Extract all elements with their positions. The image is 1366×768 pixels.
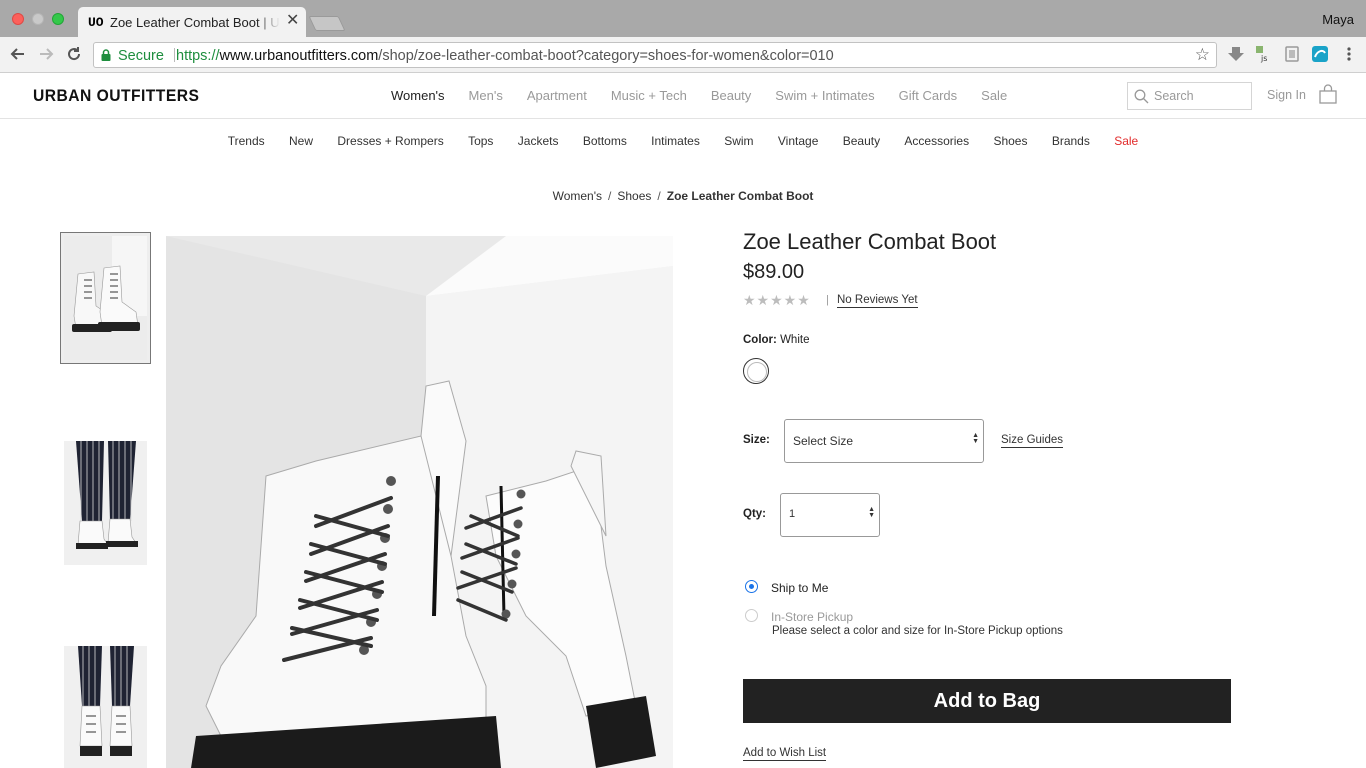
select-arrows-icon: ▲ ▼ — [972, 432, 979, 445]
add-to-bag-button[interactable]: Add to Bag — [743, 679, 1231, 723]
ship-to-me-label[interactable]: Ship to Me — [771, 581, 828, 595]
reviews-link[interactable]: No Reviews Yet — [837, 294, 918, 308]
tab-title: Zoe Leather Combat Boot | Urban Outfitte… — [110, 15, 280, 31]
search-icon — [1134, 89, 1149, 104]
browser-tab[interactable]: UO Zoe Leather Combat Boot | Urban Outfi… — [78, 7, 306, 37]
favicon-icon: UO — [88, 15, 104, 30]
color-label-text: Color: — [743, 334, 777, 346]
quantity-value: 1 — [789, 508, 796, 520]
browser-titlebar: UO Zoe Leather Combat Boot | Urban Outfi… — [0, 0, 1366, 37]
size-select[interactable]: Select Size ▲ ▼ — [784, 419, 984, 463]
search-input[interactable]: Search — [1127, 82, 1252, 110]
back-arrow-icon[interactable] — [8, 45, 28, 65]
product-price: $89.00 — [743, 261, 805, 283]
product-thumbnail-3[interactable] — [64, 646, 147, 768]
browser-toolbar: Secure https://www.urbanoutfitters.com/s… — [0, 37, 1366, 73]
in-store-pickup-label[interactable]: In-Store Pickup — [771, 610, 853, 624]
product-title: Zoe Leather Combat Boot — [743, 229, 997, 254]
shopping-bag-icon[interactable] — [1319, 84, 1337, 104]
address-bar[interactable]: Secure https://www.urbanoutfitters.com/s… — [93, 42, 1217, 68]
tab-close-icon[interactable]: ✕ — [286, 13, 299, 29]
category-intimates[interactable]: Intimates — [651, 134, 700, 148]
breadcrumb-separator: / — [608, 189, 612, 203]
ship-to-me-radio[interactable] — [745, 580, 758, 593]
pickup-note: Please select a color and size for In-St… — [772, 625, 1063, 637]
category-trends[interactable]: Trends — [228, 134, 265, 148]
category-tops[interactable]: Tops — [468, 134, 493, 148]
main-nav: Women's Men's Apartment Music + Tech Bea… — [391, 88, 1031, 103]
js-extension-icon[interactable]: js — [1255, 45, 1273, 63]
size-guides-link[interactable]: Size Guides — [1001, 434, 1064, 448]
quantity-select[interactable]: 1 ▲ ▼ — [780, 493, 880, 537]
reader-extension-icon[interactable] — [1283, 45, 1301, 63]
color-label: Color: White — [743, 334, 809, 346]
url-path: /shop/zoe-leather-combat-boot?category=s… — [378, 48, 834, 64]
download-icon[interactable] — [1227, 45, 1245, 63]
category-vintage[interactable]: Vintage — [778, 134, 818, 148]
category-swim[interactable]: Swim — [724, 134, 753, 148]
breadcrumb-womens[interactable]: Women's — [553, 189, 602, 203]
nav-music-tech[interactable]: Music + Tech — [611, 88, 687, 103]
maximize-window-button[interactable] — [52, 13, 64, 25]
size-label: Size: — [743, 434, 770, 446]
nav-womens[interactable]: Women's — [391, 88, 445, 103]
reload-icon[interactable] — [64, 45, 84, 65]
category-brands[interactable]: Brands — [1052, 134, 1090, 148]
category-dresses-rompers[interactable]: Dresses + Rompers — [337, 134, 443, 148]
new-tab-button[interactable] — [308, 16, 346, 31]
rating-separator: | — [826, 294, 829, 306]
nav-swim-intimates[interactable]: Swim + Intimates — [775, 88, 874, 103]
lock-icon — [101, 49, 111, 61]
close-window-button[interactable] — [12, 13, 24, 25]
product-thumbnail-2[interactable] — [64, 441, 147, 565]
nav-mens[interactable]: Men's — [469, 88, 503, 103]
nav-gift-cards[interactable]: Gift Cards — [899, 88, 958, 103]
nav-beauty[interactable]: Beauty — [711, 88, 751, 103]
category-beauty[interactable]: Beauty — [843, 134, 880, 148]
color-swatch-white[interactable] — [743, 358, 769, 384]
breadcrumb-current: Zoe Leather Combat Boot — [666, 189, 814, 203]
url-scheme: https:// — [176, 48, 220, 64]
color-value: White — [780, 334, 810, 346]
category-bottoms[interactable]: Bottoms — [583, 134, 627, 148]
profile-name[interactable]: Maya — [1322, 12, 1354, 27]
select-arrows-icon: ▲ ▼ — [868, 506, 875, 519]
size-select-value: Select Size — [793, 434, 854, 448]
svg-text:js: js — [1260, 54, 1267, 63]
minimize-window-button[interactable] — [32, 13, 44, 25]
in-store-pickup-radio[interactable] — [745, 609, 758, 622]
address-separator — [174, 48, 175, 62]
url-host: www.urbanoutfitters.com — [219, 48, 379, 64]
qty-label: Qty: — [743, 508, 766, 520]
rating-stars: ★★★★★ — [743, 292, 811, 308]
search-placeholder: Search — [1154, 89, 1194, 103]
forward-arrow-icon[interactable] — [36, 45, 56, 65]
url-text[interactable]: https://www.urbanoutfitters.com/shop/zoe… — [176, 48, 834, 64]
breadcrumb: Women's / Shoes / Zoe Leather Combat Boot — [0, 189, 1366, 203]
breadcrumb-shoes[interactable]: Shoes — [617, 189, 651, 203]
breadcrumb-separator: / — [657, 189, 661, 203]
add-to-wishlist-link[interactable]: Add to Wish List — [743, 747, 827, 761]
category-sale[interactable]: Sale — [1114, 134, 1138, 148]
menu-kebab-icon[interactable] — [1339, 45, 1359, 65]
nav-sale[interactable]: Sale — [981, 88, 1007, 103]
site-header: URBAN OUTFITTERS Women's Men's Apartment… — [0, 74, 1366, 119]
category-jackets[interactable]: Jackets — [518, 134, 559, 148]
category-nav: Trends New Dresses + Rompers Tops Jacket… — [0, 134, 1366, 148]
site-logo[interactable]: URBAN OUTFITTERS — [33, 86, 199, 106]
category-accessories[interactable]: Accessories — [904, 134, 969, 148]
category-new[interactable]: New — [289, 134, 313, 148]
sign-in-link[interactable]: Sign In — [1267, 88, 1306, 102]
nav-apartment[interactable]: Apartment — [527, 88, 587, 103]
product-thumbnail-1[interactable] — [64, 236, 147, 360]
product-main-image[interactable] — [166, 236, 673, 768]
bookmark-star-icon[interactable]: ☆ — [1195, 45, 1210, 65]
category-shoes[interactable]: Shoes — [993, 134, 1027, 148]
wave-extension-icon[interactable] — [1311, 45, 1329, 63]
secure-label: Secure — [118, 48, 164, 64]
